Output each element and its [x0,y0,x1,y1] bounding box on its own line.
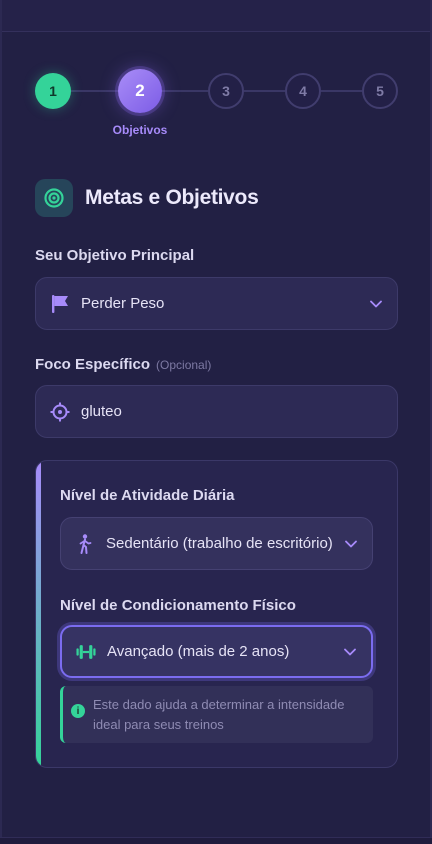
fitness-hint: i Este dado ajuda a determinar a intensi… [60,686,373,743]
activity-card: Nível de Atividade Diária Sedentário (tr… [35,460,398,768]
step-caption: Objetivos [112,123,168,137]
activity-label: Nível de Atividade Diária [60,487,235,504]
main-goal-label: Seu Objetivo Principal [35,247,195,264]
activity-value: Sedentário (trabalho de escritório) [106,535,333,552]
section-title: Metas e Objetivos [85,186,259,209]
dumbbell-icon [76,642,96,662]
crosshair-icon [50,402,70,422]
fitness-value: Avançado (mais de 2 anos) [107,643,290,660]
chevron-down-icon [344,537,358,551]
focus-input[interactable]: gluteo [35,385,398,438]
info-icon: i [71,704,85,718]
focus-value: gluteo [81,403,122,420]
chevron-down-icon [343,645,357,659]
card-accent-bar [36,461,41,767]
step-connector [161,90,208,92]
hint-text: Este dado ajuda a determinar a intensida… [93,697,345,732]
main-goal-value: Perder Peso [81,295,165,312]
step-2[interactable]: 2 [118,69,162,113]
step-connector [321,90,362,92]
walking-icon [75,533,95,554]
chevron-down-icon [369,297,383,311]
activity-select[interactable]: Sedentário (trabalho de escritório) [60,517,373,570]
section-header: Metas e Objetivos [35,179,259,217]
bottom-bar [0,837,432,844]
fitness-select[interactable]: Avançado (mais de 2 anos) [60,625,373,678]
flag-icon [50,294,70,314]
step-5[interactable]: 5 [362,73,398,109]
step-connector [71,90,119,92]
step-connector [244,90,285,92]
fitness-label: Nível de Condicionamento Físico [60,597,296,614]
step-1[interactable]: 1 [35,73,71,109]
focus-label: Foco Específico (Opcional) [35,356,211,373]
step-4[interactable]: 4 [285,73,321,109]
target-icon [35,179,73,217]
top-bar [0,0,432,32]
optional-tag: (Opcional) [156,358,212,372]
progress-stepper: 1 2 3 4 5 Objetivos [0,68,432,148]
main-goal-select[interactable]: Perder Peso [35,277,398,330]
focus-label-text: Foco Específico [35,356,151,373]
step-3[interactable]: 3 [208,73,244,109]
